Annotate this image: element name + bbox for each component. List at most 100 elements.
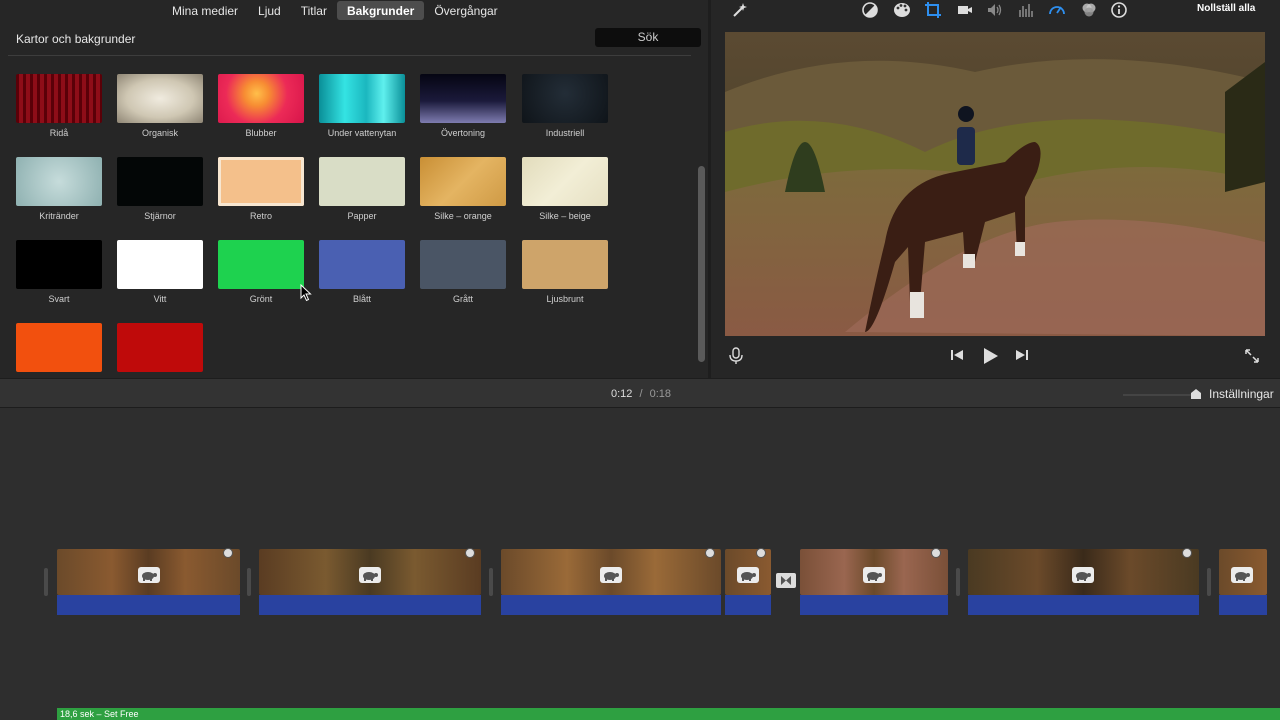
background-thumbnail [319,240,405,289]
background-thumbnail [522,240,608,289]
skip-forward-icon[interactable] [1015,348,1029,367]
background-item[interactable]: Stjärnor [117,157,203,221]
video-clip[interactable] [57,548,240,615]
background-thumbnail [218,157,304,206]
volume-icon[interactable] [986,1,1004,19]
play-icon[interactable] [981,347,999,370]
background-item[interactable]: Blått [319,240,405,304]
browser-scrollbar[interactable] [698,166,705,362]
video-clip[interactable] [501,548,721,615]
clip-handle[interactable] [956,568,960,596]
clip-menu-icon[interactable] [1182,548,1192,558]
clip-audio [725,595,771,615]
background-item[interactable]: Retro [218,157,304,221]
browser-tabs: Mina medier Ljud Titlar Bakgrunder Överg… [162,1,508,20]
crop-icon[interactable] [924,1,942,19]
background-item[interactable]: Svart [16,240,102,304]
background-item[interactable]: Industriell [522,74,608,138]
video-preview [725,32,1265,336]
clip-menu-icon[interactable] [465,548,475,558]
clip-menu-icon[interactable] [756,548,766,558]
background-item[interactable] [117,323,203,372]
background-label: Under vattenytan [327,128,397,138]
clip-handle[interactable] [247,568,251,596]
background-item[interactable]: Ridå [16,74,102,138]
background-label: Grönt [249,294,273,304]
transition-icon[interactable] [776,573,796,588]
background-label: Övertoning [440,128,486,138]
background-item[interactable]: Kritränder [16,157,102,221]
background-item[interactable]: Papper [319,157,405,221]
background-music-track[interactable]: 18,6 sek – Set Free [57,708,1280,720]
timeline-toolbar: 0:12 / 0:18 Inställningar [0,378,1280,408]
background-thumbnail [420,74,506,123]
viewer-pane: Nollställ alla [711,0,1280,378]
search-button[interactable]: Sök [595,28,701,47]
background-item[interactable]: Vitt [117,240,203,304]
color-balance-icon[interactable] [861,1,879,19]
background-item[interactable]: Blubber [218,74,304,138]
background-thumbnail [16,240,102,289]
background-label: Blått [352,294,371,304]
slow-motion-icon [1231,567,1253,583]
stabilization-icon[interactable] [955,1,973,19]
background-item[interactable]: Organisk [117,74,203,138]
background-label: Organisk [141,128,178,138]
speed-icon[interactable] [1048,1,1066,19]
background-item[interactable]: Övertoning [420,74,506,138]
reset-all-button[interactable]: Nollställ alla [1197,3,1255,14]
clip-menu-icon[interactable] [223,548,233,558]
background-thumbnail [522,74,608,123]
fullscreen-icon[interactable] [1244,348,1260,369]
equalizer-icon[interactable] [1017,1,1035,19]
mouse-cursor [300,284,312,302]
slow-motion-icon [863,567,885,583]
background-thumbnail [319,157,405,206]
video-clip[interactable] [725,548,771,615]
background-item[interactable]: Silke – orange [420,157,506,221]
background-thumbnail [117,74,203,123]
zoom-slider-knob[interactable] [1191,389,1201,399]
clip-menu-icon[interactable] [931,548,941,558]
clip-handle[interactable] [489,568,493,596]
background-thumbnail [420,157,506,206]
slow-motion-icon [737,567,759,583]
video-clip[interactable] [968,548,1199,615]
clip-handle[interactable] [1207,568,1211,596]
background-thumbnail [117,323,203,372]
background-thumbnail [420,240,506,289]
background-item[interactable]: Silke – beige [522,157,608,221]
background-label: Grått [452,294,473,304]
background-label: Blubber [245,128,277,138]
skip-back-icon[interactable] [950,348,964,367]
media-browser: Mina medier Ljud Titlar Bakgrunder Överg… [0,0,708,378]
background-item[interactable]: Grönt [218,240,304,304]
magic-wand-icon[interactable] [731,1,749,19]
clip-menu-icon[interactable] [705,548,715,558]
total-time: 0:18 [649,388,672,400]
background-label: Silke – orange [434,211,492,221]
tab-my-media[interactable]: Mina medier [162,1,248,20]
background-item[interactable]: Grått [420,240,506,304]
tab-transitions[interactable]: Övergångar [424,1,507,20]
tab-audio[interactable]: Ljud [248,1,291,20]
browser-header: Kartor och bakgrunder [16,32,136,46]
filter-icon[interactable] [1080,1,1098,19]
tab-titles[interactable]: Titlar [291,1,337,20]
background-item[interactable]: Under vattenytan [319,74,405,138]
slow-motion-icon [359,567,381,583]
microphone-icon[interactable] [729,347,743,370]
background-thumbnail [319,74,405,123]
video-clip[interactable] [259,548,481,615]
background-label: Ljusbrunt [546,294,584,304]
background-item[interactable]: Ljusbrunt [522,240,608,304]
video-clip[interactable] [1219,549,1267,615]
clip-handle[interactable] [44,568,48,596]
zoom-slider-track[interactable] [1123,394,1197,396]
settings-button[interactable]: Inställningar [1209,387,1274,401]
video-clip[interactable] [800,548,948,615]
tab-backgrounds[interactable]: Bakgrunder [336,1,425,20]
background-item[interactable] [16,323,102,372]
info-icon[interactable] [1110,1,1128,19]
color-palette-icon[interactable] [893,1,911,19]
